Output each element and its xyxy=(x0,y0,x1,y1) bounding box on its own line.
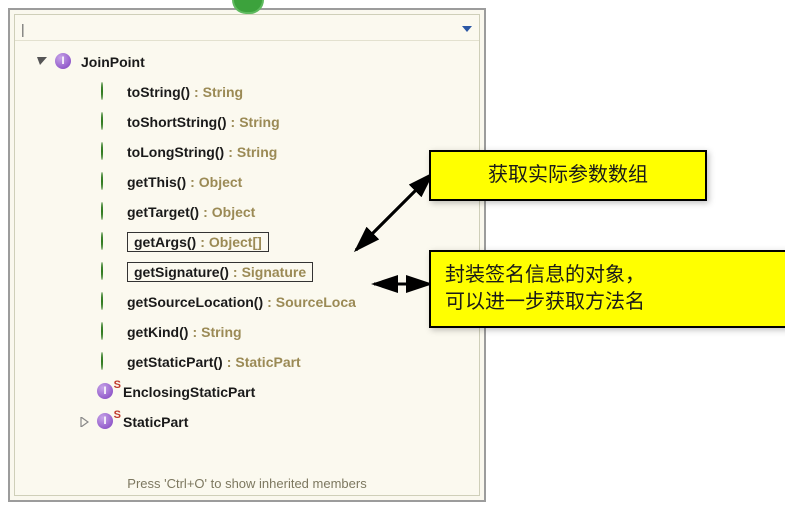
tree-node-method[interactable]: toString() : String xyxy=(15,77,479,107)
node-label: toLongString() xyxy=(127,144,224,160)
tree-node-subtype[interactable]: S StaticPart xyxy=(15,407,479,437)
node-label: StaticPart xyxy=(123,414,188,430)
expander-expand-icon[interactable] xyxy=(77,415,91,429)
node-label: getSourceLocation() xyxy=(127,294,263,310)
expander-placeholder xyxy=(77,385,91,399)
type-separator: : xyxy=(190,84,203,100)
type-separator: : xyxy=(186,174,199,190)
public-method-icon xyxy=(101,173,119,191)
node-label: toShortString() xyxy=(127,114,227,130)
node-label: getArgs() xyxy=(134,234,196,250)
public-method-icon xyxy=(101,203,119,221)
public-method-icon xyxy=(101,263,119,281)
return-type: SourceLoca xyxy=(276,294,356,310)
return-type: Signature xyxy=(242,264,307,280)
public-method-icon xyxy=(101,143,119,161)
return-type: String xyxy=(239,114,279,130)
interface-static-icon: S xyxy=(97,413,115,431)
tree-node-subtype[interactable]: S EnclosingStaticPart xyxy=(15,377,479,407)
type-separator: : xyxy=(224,144,237,160)
highlight-box: getArgs() : Object[] xyxy=(127,232,269,252)
expander-collapse-icon[interactable] xyxy=(35,55,49,69)
filter-row: | xyxy=(15,15,479,41)
public-method-icon xyxy=(101,113,119,131)
public-method-icon xyxy=(101,353,119,371)
node-label: getSignature() xyxy=(134,264,229,280)
tree-node-method[interactable]: toShortString() : String xyxy=(15,107,479,137)
tree-node-method[interactable]: toLongString() : String xyxy=(15,137,479,167)
node-label: JoinPoint xyxy=(81,54,145,70)
tree-node-root[interactable]: JoinPoint xyxy=(15,47,479,77)
public-method-icon xyxy=(101,293,119,311)
type-separator: : xyxy=(199,204,212,220)
tree-node-method[interactable]: getStaticPart() : StaticPart xyxy=(15,347,479,377)
callout-getargs: 获取实际参数数组 xyxy=(429,150,707,201)
hint-footer: Press 'Ctrl+O' to show inherited members xyxy=(15,476,479,491)
filter-input[interactable]: | xyxy=(21,20,461,38)
type-separator: : xyxy=(229,264,242,280)
node-label: toString() xyxy=(127,84,190,100)
return-type: String xyxy=(237,144,277,160)
type-separator: : xyxy=(196,234,209,250)
interface-static-icon: S xyxy=(97,383,115,401)
return-type: String xyxy=(201,324,241,340)
return-type: Object[] xyxy=(209,234,262,250)
return-type: Object xyxy=(212,204,256,220)
public-method-icon xyxy=(101,323,119,341)
node-label: getKind() xyxy=(127,324,188,340)
node-label: getTarget() xyxy=(127,204,199,220)
type-separator: : xyxy=(263,294,276,310)
type-separator: : xyxy=(188,324,201,340)
callout-getsignature: 封装签名信息的对象， 可以进一步获取方法名 xyxy=(429,250,785,328)
public-method-icon xyxy=(101,233,119,251)
public-method-icon xyxy=(101,83,119,101)
view-menu-dropdown-icon[interactable] xyxy=(461,23,473,35)
node-label: getThis() xyxy=(127,174,186,190)
interface-icon xyxy=(55,53,73,71)
node-label: EnclosingStaticPart xyxy=(123,384,255,400)
highlight-box: getSignature() : Signature xyxy=(127,262,313,282)
tree-node-method[interactable]: getKind() : String xyxy=(15,317,479,347)
return-type: Object xyxy=(199,174,243,190)
return-type: String xyxy=(203,84,243,100)
node-label: getStaticPart() xyxy=(127,354,223,370)
type-separator: : xyxy=(227,114,240,130)
type-separator: : xyxy=(223,354,236,370)
return-type: StaticPart xyxy=(235,354,300,370)
